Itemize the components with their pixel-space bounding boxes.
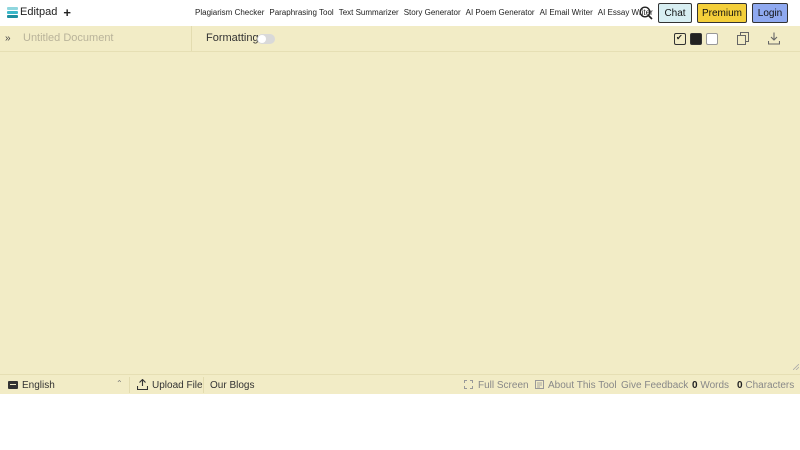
footer-divider	[129, 377, 130, 393]
nav-text-summarizer[interactable]: Text Summarizer	[339, 8, 399, 17]
logo-text: Editpad	[20, 6, 58, 18]
toolbar-divider	[191, 26, 192, 51]
word-counter: 0 Words	[692, 380, 729, 391]
nav-plagiarism-checker[interactable]: Plagiarism Checker	[195, 8, 264, 17]
nav-paraphrasing-tool[interactable]: Paraphrasing Tool	[269, 8, 333, 17]
upload-file-button[interactable]: Upload File	[152, 380, 203, 391]
language-icon	[8, 381, 18, 389]
download-icon[interactable]	[768, 32, 780, 45]
editor-textarea[interactable]	[0, 53, 800, 374]
character-count: 0	[737, 380, 743, 391]
resize-grip-icon[interactable]	[793, 364, 799, 370]
logo[interactable]: Editpad +	[7, 6, 71, 19]
nav-story-generator[interactable]: Story Generator	[404, 8, 461, 17]
character-counter: 0 Characters	[737, 380, 794, 391]
full-screen-button[interactable]: Full Screen	[478, 380, 529, 391]
word-count-label: Words	[700, 380, 730, 391]
nav-ai-email-writer[interactable]: AI Email Writer	[540, 8, 593, 17]
chat-button[interactable]: Chat	[658, 3, 692, 23]
give-feedback-link[interactable]: Give Feedback	[621, 380, 688, 391]
nav-ai-poem-generator[interactable]: AI Poem Generator	[466, 8, 535, 17]
chevron-up-icon[interactable]: ⌃	[116, 379, 123, 388]
editor-panel: » Untitled Document Formatting English ⌃	[0, 26, 800, 394]
character-count-label: Characters	[745, 380, 795, 391]
premium-button[interactable]: Premium	[697, 3, 747, 23]
top-nav: Plagiarism Checker Paraphrasing Tool Tex…	[195, 8, 653, 17]
document-title-input[interactable]: Untitled Document	[23, 32, 114, 44]
language-select[interactable]: English	[22, 380, 55, 391]
info-icon[interactable]	[535, 380, 544, 389]
editor-footer: English ⌃ Upload File Our Blogs Full Scr…	[0, 374, 800, 394]
theme-white-swatch[interactable]	[706, 33, 718, 45]
about-this-tool-link[interactable]: About This Tool	[548, 380, 617, 391]
our-blogs-link[interactable]: Our Blogs	[210, 380, 254, 391]
upload-icon[interactable]	[137, 379, 148, 390]
top-header: Editpad + Plagiarism Checker Paraphrasin…	[0, 0, 800, 26]
expand-sidebar-icon[interactable]: »	[5, 34, 11, 44]
logo-icon	[7, 6, 18, 18]
formatting-label: Formatting	[206, 32, 259, 44]
theme-light-swatch[interactable]	[674, 33, 686, 45]
word-count: 0	[692, 380, 698, 391]
editor-toolbar: » Untitled Document Formatting	[0, 26, 800, 52]
theme-dark-swatch[interactable]	[690, 33, 702, 45]
login-button[interactable]: Login	[752, 3, 788, 23]
footer-divider	[203, 377, 204, 393]
copy-icon[interactable]	[737, 32, 749, 45]
formatting-toggle[interactable]	[257, 34, 275, 44]
plus-icon[interactable]: +	[63, 6, 71, 19]
fullscreen-icon[interactable]	[464, 380, 473, 389]
search-icon[interactable]	[639, 6, 653, 20]
